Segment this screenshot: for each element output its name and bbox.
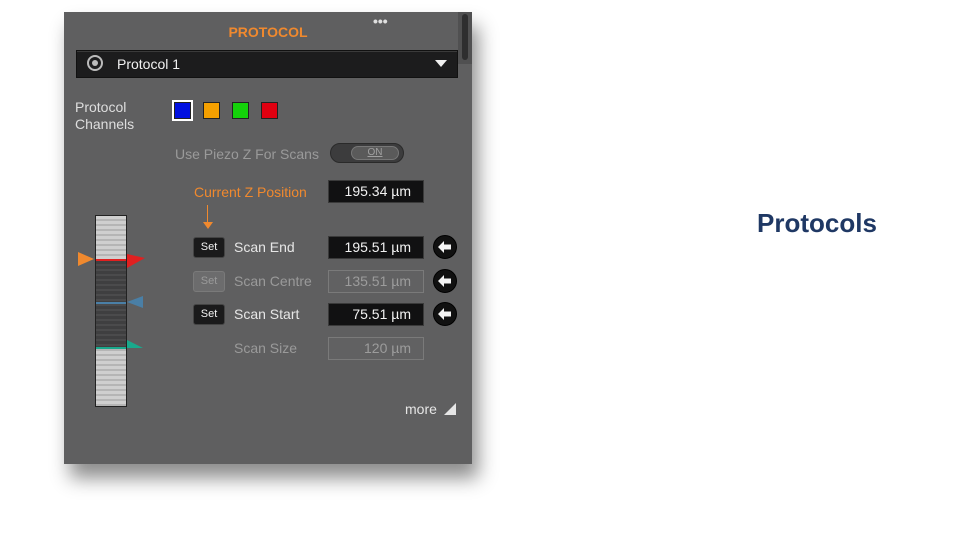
- scan-end-set-button[interactable]: Set: [193, 237, 225, 258]
- go-to-scan-centre-button[interactable]: [433, 269, 457, 293]
- scan-start-label: Scan Start: [234, 306, 300, 322]
- more-link[interactable]: more: [405, 401, 437, 417]
- arrow-left-icon: [438, 275, 451, 287]
- channel-swatch-blue[interactable]: [172, 100, 193, 121]
- protocol-dropdown[interactable]: Protocol 1: [76, 50, 458, 78]
- scan-start-field[interactable]: 75.51 µm: [328, 303, 424, 326]
- scan-size-field: 120 µm: [328, 337, 424, 360]
- current-z-marker-icon[interactable]: [78, 250, 96, 270]
- scan-start-set-button[interactable]: Set: [193, 304, 225, 325]
- scan-size-label: Scan Size: [234, 340, 298, 356]
- piezo-toggle[interactable]: ON: [330, 143, 404, 163]
- protocol-dropdown-value: Protocol 1: [117, 56, 181, 72]
- scrollbar-thumb[interactable]: [462, 14, 468, 60]
- scan-centre-label: Scan Centre: [234, 273, 312, 289]
- current-z-pointer-line: [207, 205, 208, 223]
- scan-end-field[interactable]: 195.51 µm: [328, 236, 424, 259]
- channel-swatch-orange[interactable]: [203, 102, 220, 119]
- expand-triangle-icon[interactable]: [444, 403, 456, 415]
- arrow-down-icon: [203, 222, 213, 229]
- scan-start-marker-icon[interactable]: [127, 340, 147, 354]
- more-dots-icon[interactable]: •••: [373, 13, 388, 29]
- protocol-icon: [87, 55, 103, 71]
- scan-centre-marker-icon[interactable]: [127, 296, 147, 310]
- go-to-scan-start-button[interactable]: [433, 302, 457, 326]
- z-scan-range: [96, 261, 126, 349]
- slide-title: Protocols: [757, 208, 877, 238]
- arrow-left-icon: [438, 308, 451, 320]
- protocol-channels-label: Protocol Channels: [75, 99, 135, 132]
- current-z-value: 195.34 µm: [328, 180, 424, 203]
- channel-swatch-green[interactable]: [232, 102, 249, 119]
- panel-title: PROTOCOL: [228, 24, 308, 40]
- go-to-scan-end-button[interactable]: [433, 235, 457, 259]
- scan-end-marker-line: [96, 259, 126, 261]
- arrow-left-icon: [438, 241, 451, 253]
- scan-centre-set-button[interactable]: Set: [193, 271, 225, 292]
- chevron-down-icon: [435, 60, 447, 67]
- channel-swatch-red[interactable]: [261, 102, 278, 119]
- z-stack-indicator[interactable]: [95, 215, 127, 407]
- scan-centre-field: 135.51 µm: [328, 270, 424, 293]
- piezo-label: Use Piezo Z For Scans: [175, 146, 319, 162]
- scan-start-marker-line: [96, 347, 126, 349]
- scan-end-marker-icon[interactable]: [127, 252, 147, 270]
- scan-end-label: Scan End: [234, 239, 295, 255]
- scan-centre-marker-line: [96, 302, 126, 304]
- current-z-label: Current Z Position: [194, 184, 307, 200]
- piezo-toggle-knob: ON: [351, 146, 399, 160]
